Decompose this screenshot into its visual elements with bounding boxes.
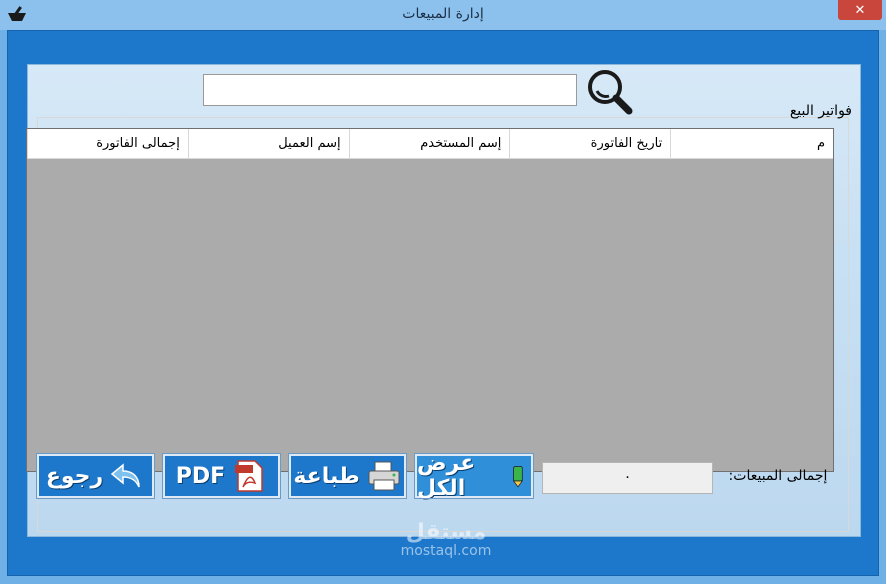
pdf-file-icon: [235, 460, 263, 492]
back-button[interactable]: رجوع: [36, 453, 155, 499]
search-icon[interactable]: [583, 65, 635, 115]
group-label: فواتير البيع: [789, 103, 852, 119]
print-label: طباعة: [293, 463, 360, 489]
invoices-grid[interactable]: م تاريخ الفاتورة إسم المستخدم إسم العميل…: [26, 128, 834, 472]
sales-management-window: إدارة المبيعات ✕ فواتير البيع م تاريخ ال…: [0, 0, 886, 584]
pdf-button[interactable]: PDF: [162, 453, 281, 499]
pdf-label: PDF: [175, 463, 226, 489]
close-button[interactable]: ✕: [838, 0, 882, 20]
total-sales-label: إجمالى المبيعات:: [728, 468, 828, 484]
grid-header: م تاريخ الفاتورة إسم المستخدم إسم العميل…: [27, 129, 833, 159]
back-label: رجوع: [45, 463, 104, 489]
show-all-button[interactable]: عرض الكل: [414, 451, 534, 501]
column-header-number[interactable]: م: [670, 129, 833, 158]
column-header-customer-name[interactable]: إسم العميل: [187, 129, 349, 158]
search-input[interactable]: [203, 74, 577, 106]
printer-icon: [368, 461, 400, 491]
column-header-invoice-total[interactable]: إجمالى الفاتورة: [27, 129, 188, 158]
column-header-user-name[interactable]: إسم المستخدم: [348, 129, 510, 158]
total-sales-field: ٠: [542, 462, 713, 494]
title-bar[interactable]: إدارة المبيعات ✕: [0, 0, 886, 30]
column-header-invoice-date[interactable]: تاريخ الفاتورة: [509, 129, 670, 158]
show-all-label: عرض الكل: [417, 451, 476, 501]
print-button[interactable]: طباعة: [288, 453, 407, 499]
watermark-logo: مستقل: [405, 520, 487, 545]
watermark: مستقل mostaql.com: [386, 520, 506, 559]
marker-icon: [513, 466, 524, 488]
window-title: إدارة المبيعات: [402, 6, 484, 22]
watermark-url: mostaql.com: [400, 543, 492, 559]
undo-arrow-icon: [110, 463, 140, 488]
